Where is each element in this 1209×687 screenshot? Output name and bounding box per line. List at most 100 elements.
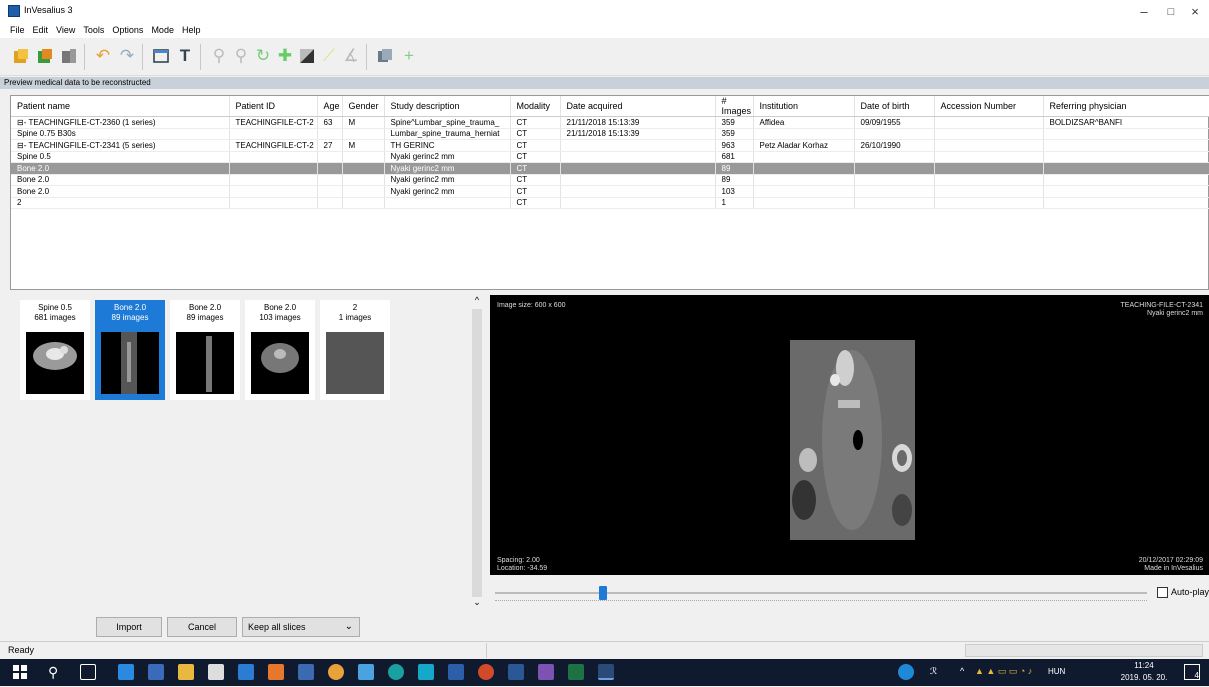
- table-row[interactable]: Bone 2.0 Nyaki gerinc2 mm CT 89: [11, 174, 1209, 186]
- menu-help[interactable]: Help: [178, 25, 205, 35]
- language-indicator[interactable]: HUN: [1048, 667, 1065, 676]
- column-header[interactable]: Patient ID: [229, 96, 318, 117]
- column-header[interactable]: # Images: [715, 96, 754, 117]
- zoom-select-icon[interactable]: ⚲: [230, 45, 252, 67]
- menu-tools[interactable]: Tools: [79, 25, 108, 35]
- file-explorer-icon[interactable]: [178, 664, 194, 680]
- slice-icon[interactable]: [374, 45, 396, 67]
- people-icon[interactable]: ℛ: [930, 666, 937, 677]
- text-icon[interactable]: T: [174, 45, 196, 67]
- table-row[interactable]: ⊟- TEACHINGFILE-CT-2360 (1 series) TEACHI…: [11, 116, 1209, 129]
- column-header[interactable]: Date of birth: [854, 96, 935, 117]
- outlook-icon[interactable]: [238, 664, 254, 680]
- column-header[interactable]: Modality: [510, 96, 561, 117]
- column-header[interactable]: Date acquired: [560, 96, 716, 117]
- windows-start-icon[interactable]: [12, 664, 28, 680]
- thumbnail-spine-0-5[interactable]: Spine 0.5 681 images: [20, 300, 90, 400]
- contrast-icon[interactable]: [296, 45, 318, 67]
- menu-view[interactable]: View: [52, 25, 79, 35]
- column-header[interactable]: Age: [317, 96, 343, 117]
- import-icon[interactable]: [34, 45, 56, 67]
- column-header[interactable]: Accession Number: [934, 96, 1044, 117]
- firefox-icon[interactable]: [268, 664, 284, 680]
- patient-label: TEACHING-FILE-CT-2341: [1120, 302, 1203, 309]
- search-icon[interactable]: ⚲: [48, 664, 64, 680]
- table-row[interactable]: Spine 0.5 Nyaki gerinc2 mm CT 681: [11, 151, 1209, 163]
- tray-icons[interactable]: ▲ ▲ ▭ ▭ ◔ ♪: [975, 666, 1032, 677]
- minimize-button[interactable]: –: [1130, 3, 1158, 21]
- chevron-up-icon[interactable]: ^: [960, 666, 964, 676]
- table-cell: [934, 128, 1044, 140]
- thumbnail-count: 89 images: [186, 313, 224, 322]
- undo-icon[interactable]: ↶: [92, 45, 114, 67]
- scroll-down-icon[interactable]: ⌄: [470, 597, 484, 608]
- table-cell: [753, 162, 855, 175]
- measure-angle-icon[interactable]: ∡: [340, 45, 362, 67]
- mail-icon[interactable]: [208, 664, 224, 680]
- thumbnail-2[interactable]: 2 1 images: [320, 300, 390, 400]
- table-cell: Nyaki gerinc2 mm: [384, 151, 511, 163]
- invesalius-taskbar-icon[interactable]: [598, 664, 614, 680]
- open-project-icon[interactable]: [58, 45, 80, 67]
- chrome-icon[interactable]: [328, 664, 344, 680]
- menu-options[interactable]: Options: [108, 25, 147, 35]
- slices-dropdown[interactable]: Keep all slices ⌄: [242, 617, 360, 637]
- thumbnail-bone-2-0[interactable]: Bone 2.0 89 images: [170, 300, 240, 400]
- redo-icon[interactable]: ↷: [116, 45, 138, 67]
- column-header[interactable]: Referring physician: [1043, 96, 1209, 117]
- table-header: Patient name Patient ID Age Gender Study…: [11, 96, 1209, 117]
- slice-slider-track[interactable]: [495, 592, 1147, 594]
- menu-edit[interactable]: Edit: [29, 25, 53, 35]
- excel-icon[interactable]: [568, 664, 584, 680]
- window-icon[interactable]: [150, 45, 172, 67]
- column-header[interactable]: Gender: [342, 96, 385, 117]
- menu-file[interactable]: File: [6, 25, 29, 35]
- import-dicom-icon[interactable]: [10, 45, 32, 67]
- column-header[interactable]: Study description: [384, 96, 511, 117]
- table-row[interactable]: Bone 2.0 Nyaki gerinc2 mm CT 103: [11, 185, 1209, 198]
- table-cell: 359: [715, 116, 754, 129]
- app-c-icon[interactable]: [388, 664, 404, 680]
- app-n-icon[interactable]: [418, 664, 434, 680]
- column-header[interactable]: Patient name: [11, 96, 230, 117]
- thumbnail-bone-2-0-selected[interactable]: Bone 2.0 89 images: [95, 300, 165, 400]
- task-view-icon[interactable]: [80, 664, 96, 680]
- help-tray-icon[interactable]: [898, 664, 914, 680]
- add-icon[interactable]: +: [398, 45, 420, 67]
- app-w-icon[interactable]: [448, 664, 464, 680]
- status-bar: Ready: [0, 641, 1209, 659]
- visual-studio-icon[interactable]: [538, 664, 554, 680]
- menu-mode[interactable]: Mode: [147, 25, 178, 35]
- column-header[interactable]: Institution: [753, 96, 855, 117]
- rotate-icon[interactable]: ↻: [252, 45, 274, 67]
- word-icon[interactable]: [508, 664, 524, 680]
- table-row[interactable]: 2 CT 1: [11, 197, 1209, 209]
- table-row[interactable]: Spine 0.75 B30s Lumbar_spine_trauma_herni…: [11, 128, 1209, 140]
- edge-icon[interactable]: [118, 664, 134, 680]
- table-cell: [229, 162, 318, 175]
- slice-viewer[interactable]: Image size: 600 x 600 TEACHING-FILE-CT-2…: [490, 295, 1209, 575]
- measure-linear-icon[interactable]: ⟋: [318, 45, 340, 67]
- table-cell: Nyaki gerinc2 mm: [384, 162, 511, 175]
- pan-icon[interactable]: ✚: [274, 45, 296, 67]
- powerpoint-icon[interactable]: [478, 664, 494, 680]
- table-row[interactable]: Bone 2.0 Nyaki gerinc2 mm CT 89: [11, 162, 1209, 175]
- autoplay-checkbox[interactable]: [1157, 587, 1168, 598]
- notification-icon[interactable]: 4: [1184, 664, 1200, 680]
- status-text: Ready: [8, 645, 35, 655]
- thumbnail-scrollbar[interactable]: ^ ⌄: [470, 295, 484, 613]
- teamviewer-icon[interactable]: [358, 664, 374, 680]
- zoom-icon[interactable]: ⚲: [208, 45, 230, 67]
- save-app-icon[interactable]: [298, 664, 314, 680]
- thumbnail-bone-2-0-b[interactable]: Bone 2.0 103 images: [245, 300, 315, 400]
- slice-slider-thumb[interactable]: [599, 586, 607, 600]
- clock-date[interactable]: 2019. 05. 20.: [1112, 673, 1176, 682]
- store-icon[interactable]: [148, 664, 164, 680]
- table-row[interactable]: ⊟- TEACHINGFILE-CT-2341 (5 series) TEACHI…: [11, 139, 1209, 152]
- import-button[interactable]: Import: [96, 617, 162, 637]
- scroll-up-icon[interactable]: ^: [470, 295, 484, 305]
- close-button[interactable]: ×: [1181, 3, 1209, 21]
- table-cell: 1: [715, 197, 754, 209]
- cancel-button[interactable]: Cancel: [167, 617, 237, 637]
- clock-time[interactable]: 11:24: [1124, 661, 1164, 670]
